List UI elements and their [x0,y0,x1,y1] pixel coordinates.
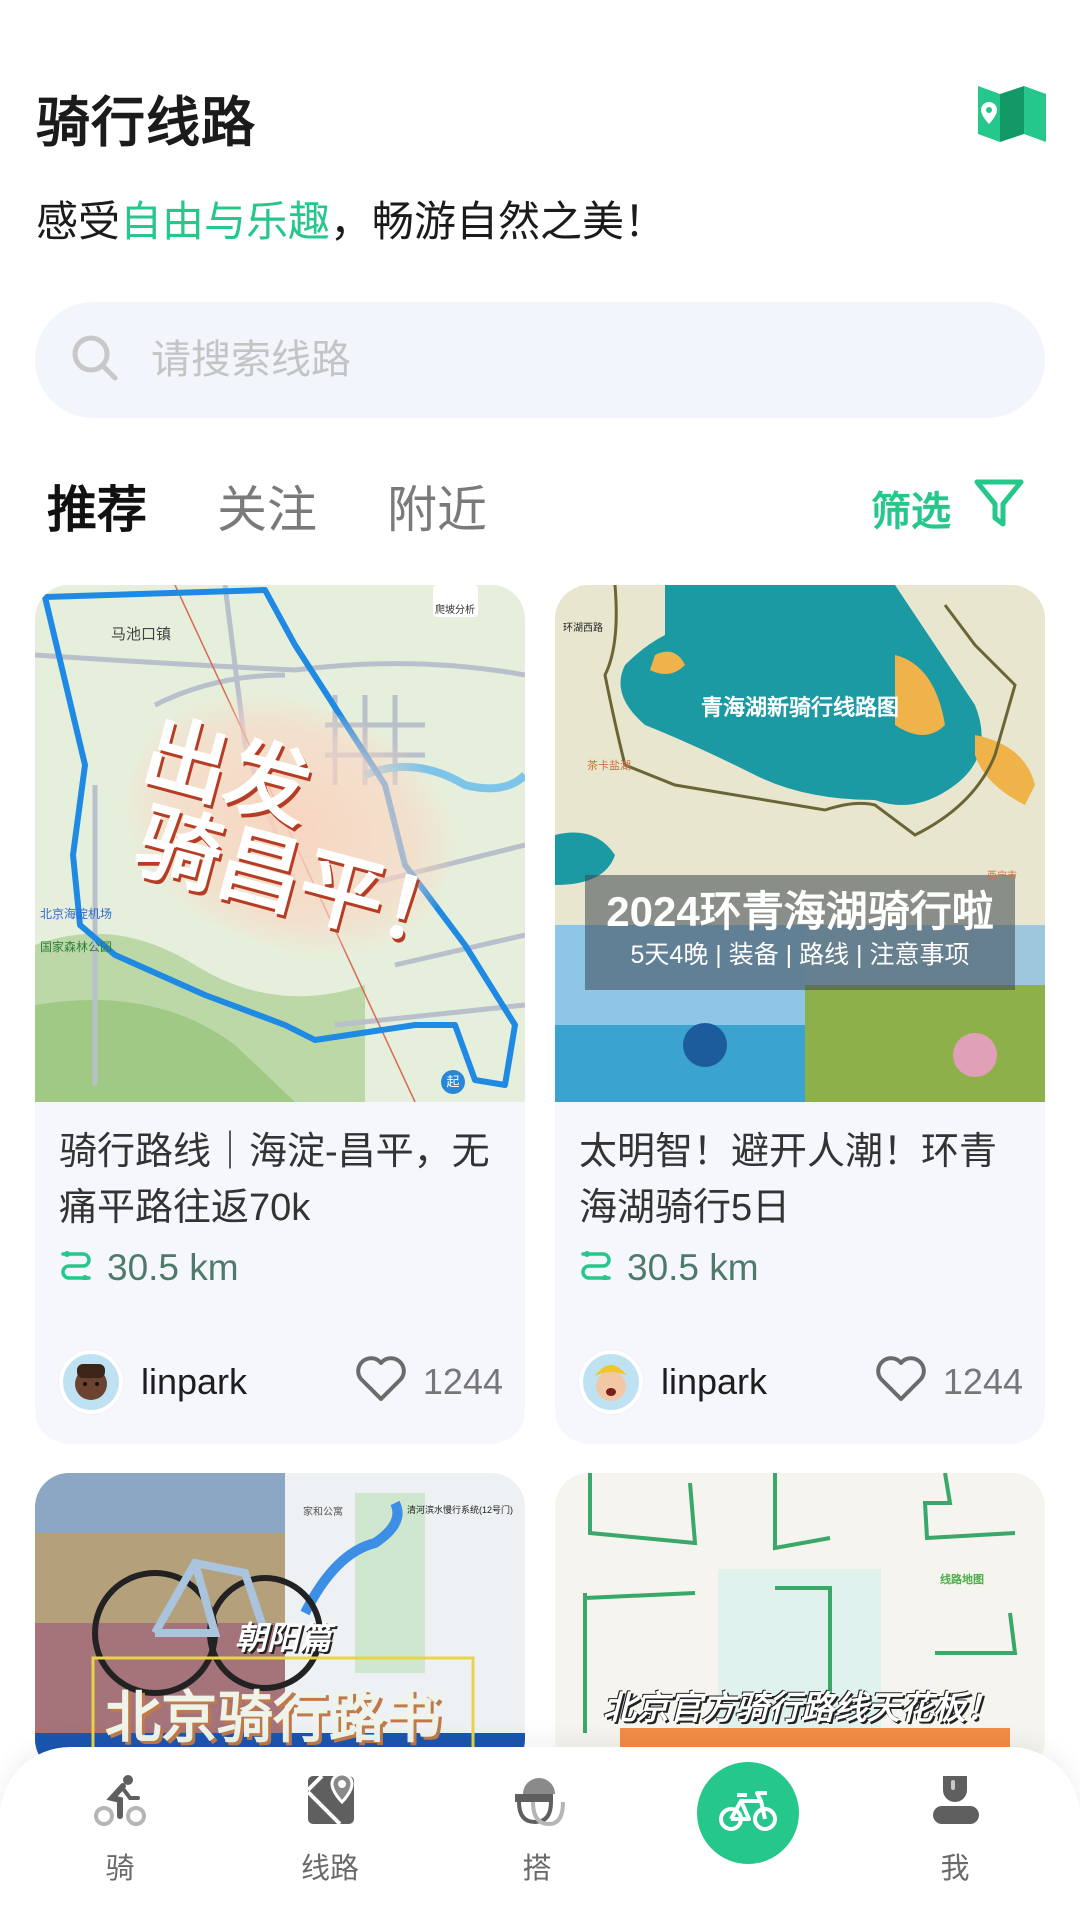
map-label: 北京海淀机场 [40,907,113,921]
author-name[interactable]: linpark [141,1361,353,1403]
nav-item-ride[interactable]: 骑 [45,1772,195,1887]
helmet-icon [507,1772,567,1833]
route-distance: 30.5 km [59,1246,501,1289]
route-thumbnail[interactable]: 朝阳篇 北京骑行路书 家和公寓 清河滨水慢行系统(12号门) [35,1473,525,1773]
route-thumbnail[interactable]: 马池口镇 爬坡分析 北京海淀机场 国家森林公园 出发 骑昌平！ 起 [35,585,525,1102]
slogan-accent: 自由与乐趣 [120,198,331,245]
start-marker: 起 [441,1070,465,1094]
like-count: 1244 [422,1361,503,1402]
user-icon [925,1772,985,1833]
search-input[interactable] [151,337,951,383]
map-label: 家和公寓 [303,1507,343,1518]
bottom-navigation: 骑 线路 搭 我 [0,1747,1080,1920]
nav-label: 我 [940,1853,970,1885]
nav-label: 搭 [522,1853,552,1885]
nav-item-partner[interactable]: 搭 [462,1772,612,1887]
route-distance-icon [579,1246,613,1289]
cyclist-icon [90,1772,150,1833]
funnel-icon [973,478,1025,538]
route-thumbnail[interactable]: 北京官方骑行路线天花板！ 线路地图 [555,1473,1045,1773]
route-thumbnail[interactable]: 青海湖新骑行线路图 2024环青海湖骑行啦 5天4晚 | 装备 | 路线 | 注… [555,585,1045,1102]
map-title: 青海湖新骑行线路图 [700,695,899,720]
distance-value: 30.5 km [627,1246,759,1288]
search-bar[interactable] [35,302,1045,418]
slogan-suffix: ，畅游自然之美！ [330,198,667,245]
map-label: 西宁市 [987,871,1017,882]
nav-item-routes[interactable]: 线路 [255,1772,405,1887]
thumbnail-headline: 北京官方骑行路线天花板！ [603,1689,999,1726]
heart-icon [873,1353,929,1412]
tab-nearby[interactable]: 附近 [387,470,487,542]
thumbnail-headline: 2024环青海湖骑行啦 [606,888,994,935]
thumbnail-subtitle: 朝阳篇 [235,1620,332,1656]
map-label: 爬坡分析 [435,605,475,616]
route-card[interactable]: 青海湖新骑行线路图 2024环青海湖骑行啦 5天4晚 | 装备 | 路线 | 注… [555,585,1045,1444]
like-button[interactable]: 1244 [353,1353,503,1412]
filter-label: 筛选 [871,490,951,534]
avatar[interactable] [579,1350,643,1414]
like-count: 1244 [942,1361,1023,1402]
map-label: 环湖西路 [563,623,603,634]
thumbnail-subline: 5天4晚 | 装备 | 路线 | 注意事项 [630,941,970,969]
distance-value: 30.5 km [107,1246,239,1288]
thumbnail-headline: 北京骑行路书 [105,1686,441,1749]
slogan: 感受自由与乐趣，畅游自然之美！ [36,188,666,249]
page-title: 骑行线路 [36,93,256,153]
avatar[interactable] [59,1350,123,1414]
route-distance-icon [59,1246,93,1289]
route-card[interactable]: 马池口镇 爬坡分析 北京海淀机场 国家森林公园 出发 骑昌平！ 起 骑行路线｜海… [35,585,525,1444]
route-title: 太明智！避开人潮！环青海湖骑行5日 [579,1131,998,1229]
route-distance: 30.5 km [579,1246,1021,1289]
nav-label: 骑 [105,1853,135,1885]
heart-icon [353,1353,409,1412]
author-name[interactable]: linpark [661,1361,873,1403]
map-label: 茶卡盐湖 [587,760,631,772]
nav-item-me[interactable]: 我 [880,1772,1030,1887]
map-label: 清河滨水慢行系统(12号门) [407,1505,514,1515]
nav-center-ride-button[interactable] [697,1762,799,1864]
bicycle-icon [717,1789,779,1838]
feed-tabs: 推荐 关注 附近 [45,470,487,546]
folded-map-pin-icon[interactable] [976,82,1048,144]
like-button[interactable]: 1244 [873,1353,1023,1412]
nav-label: 线路 [300,1853,359,1885]
map-label: 马池口镇 [111,626,172,643]
slogan-prefix: 感受 [36,198,121,245]
map-label: 国家森林公园 [40,940,113,954]
route-card[interactable]: 北京官方骑行路线天花板！ 线路地图 [555,1473,1045,1773]
route-map-icon [300,1772,360,1833]
route-title: 骑行路线｜海淀-昌平，无痛平路往返70k [59,1131,490,1229]
filter-button[interactable]: 筛选 [871,478,1025,538]
route-card[interactable]: 朝阳篇 北京骑行路书 家和公寓 清河滨水慢行系统(12号门) [35,1473,525,1773]
search-icon [69,332,121,389]
tab-recommended[interactable]: 推荐 [45,470,149,546]
map-label: 线路地图 [940,1574,984,1586]
tab-following[interactable]: 关注 [217,470,317,542]
